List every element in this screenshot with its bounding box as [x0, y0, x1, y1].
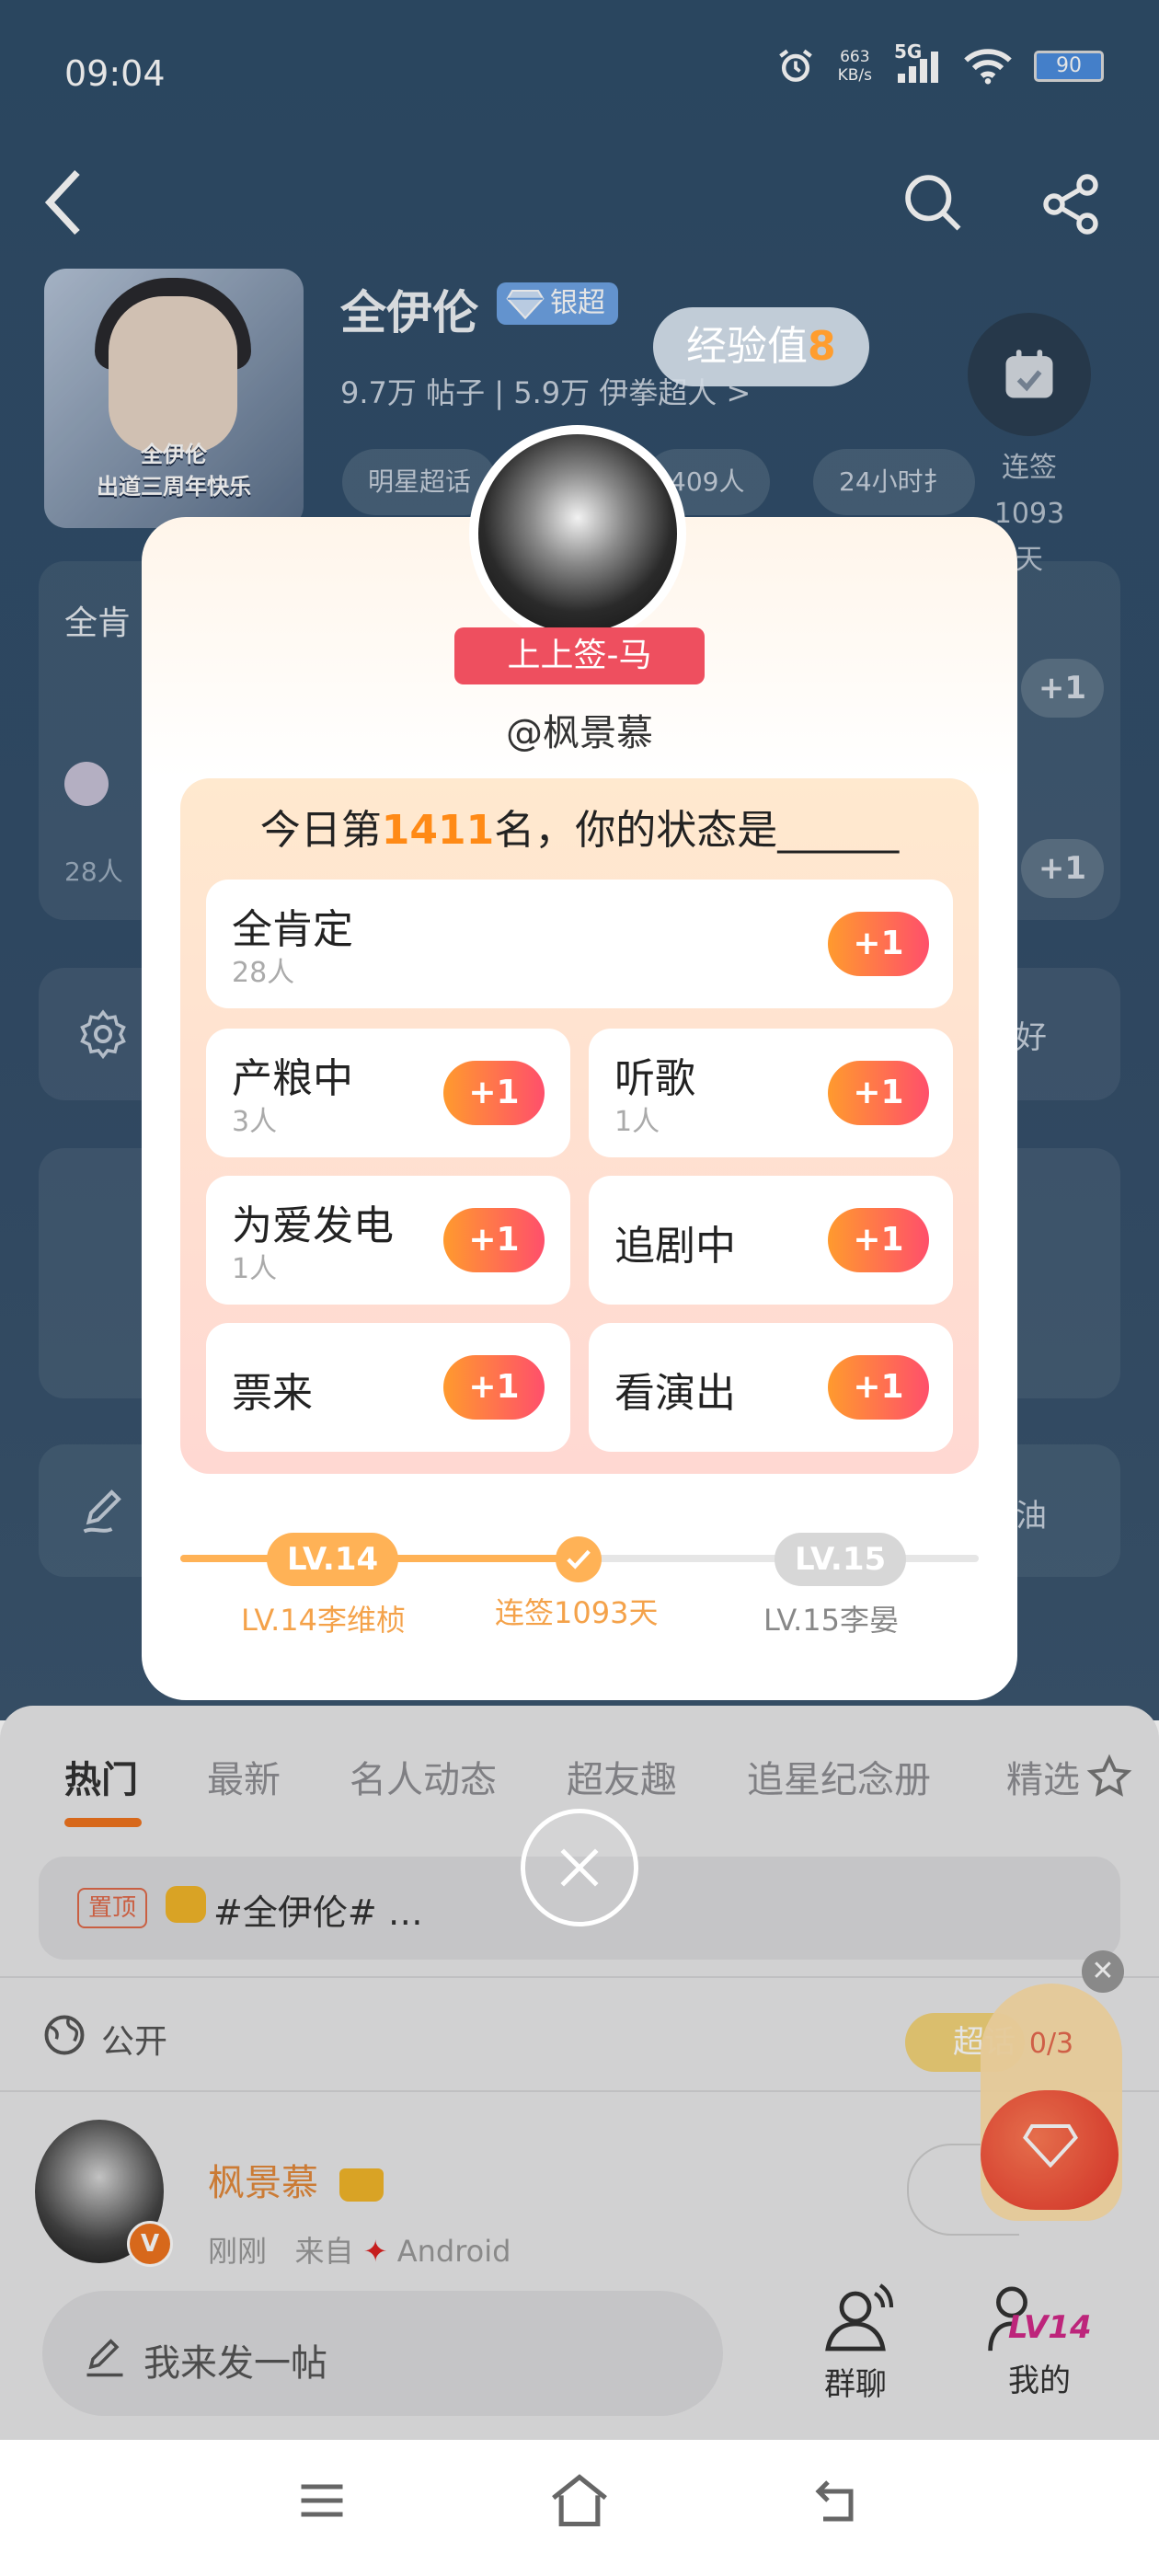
home-icon[interactable]	[548, 2471, 611, 2530]
option-count: 1人	[614, 1106, 660, 1138]
option-count: 1人	[232, 1253, 278, 1285]
status-option[interactable]: 产粮中 3人 +1	[206, 1029, 570, 1157]
checkin-streak: 连签1093天	[495, 1595, 659, 1630]
option-label: 产粮中	[232, 1055, 353, 1102]
plus-one-button[interactable]: +1	[443, 1061, 545, 1125]
exp-label: 经验值	[686, 323, 808, 370]
popup-close-button[interactable]	[521, 1809, 638, 1926]
status-option[interactable]: 看演出 +1	[589, 1323, 953, 1452]
plus-one-button[interactable]: +1	[828, 912, 929, 976]
next-level-badge: LV.15	[775, 1533, 907, 1586]
option-count: 28人	[232, 957, 295, 989]
plus-one-button[interactable]: +1	[828, 1355, 929, 1420]
close-icon	[560, 1848, 599, 1887]
option-label: 听歌	[614, 1055, 695, 1102]
next-level-name: LV.15李晏	[763, 1603, 899, 1638]
user-handle: @枫景慕	[506, 712, 653, 754]
option-count: 3人	[232, 1106, 278, 1138]
menu-icon[interactable]	[294, 2473, 350, 2528]
option-label: 全肯定	[232, 906, 353, 953]
back-icon[interactable]	[809, 2473, 865, 2528]
status-option[interactable]: 为爱发电 1人 +1	[206, 1176, 570, 1305]
option-label: 为爱发电	[232, 1202, 394, 1249]
status-question: 今日第1411名，你的状态是______	[180, 797, 979, 856]
user-tag-ribbon: 上上签-马	[454, 627, 705, 684]
current-level-badge: LV.14	[267, 1533, 399, 1586]
popup-user-avatar	[478, 434, 677, 633]
progress-check-icon	[556, 1536, 602, 1582]
plus-one-button[interactable]: +1	[828, 1208, 929, 1272]
status-option[interactable]: 全肯定 28人 +1	[206, 880, 953, 1008]
exp-value: 8	[808, 323, 836, 370]
plus-one-button[interactable]: +1	[828, 1061, 929, 1125]
exp-bubble: 经验值8	[653, 307, 869, 386]
plus-one-button[interactable]: +1	[443, 1208, 545, 1272]
rank-number: 1411	[381, 807, 495, 854]
status-option[interactable]: 票来 +1	[206, 1323, 570, 1452]
system-nav-bar	[0, 2440, 1159, 2576]
option-label: 看演出	[614, 1370, 736, 1417]
current-level-name: LV.14李维桢	[241, 1603, 406, 1638]
question-prefix: 今日第	[259, 807, 382, 854]
option-label: 票来	[232, 1370, 313, 1417]
question-suffix: 名，你的状态是______	[494, 807, 900, 854]
status-option[interactable]: 追剧中 +1	[589, 1176, 953, 1305]
status-option[interactable]: 听歌 1人 +1	[589, 1029, 953, 1157]
option-label: 追剧中	[614, 1223, 736, 1270]
plus-one-button[interactable]: +1	[443, 1355, 545, 1420]
